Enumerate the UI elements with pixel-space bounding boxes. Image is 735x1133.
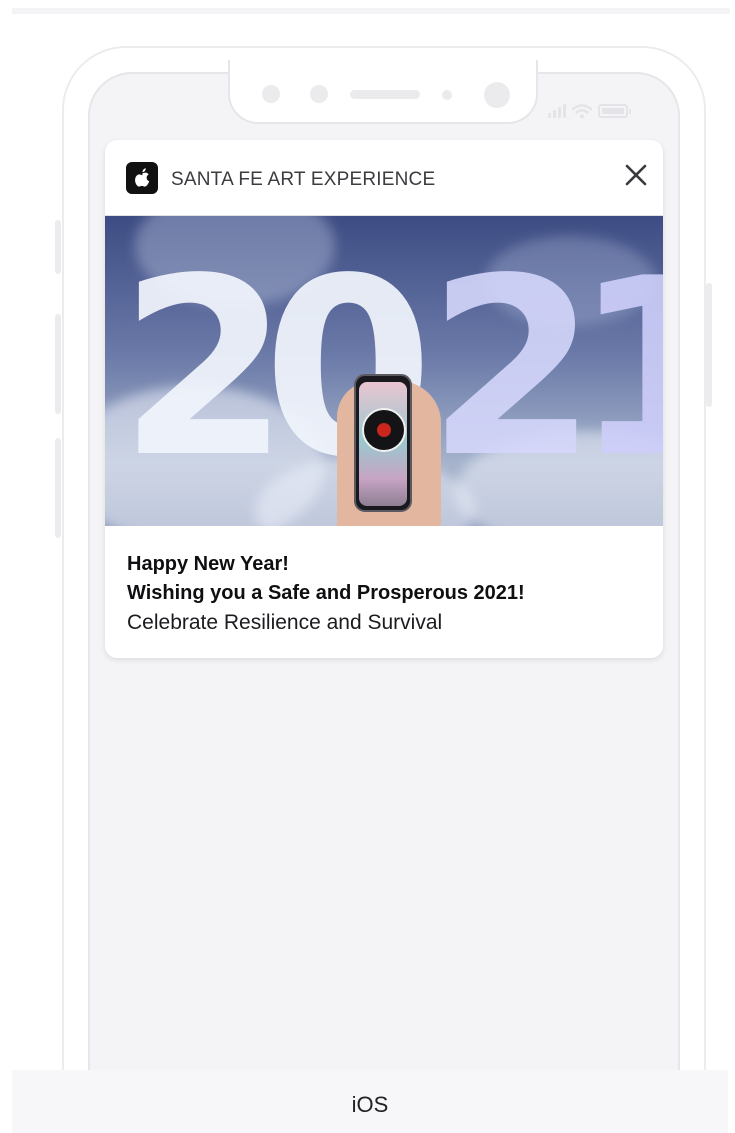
signal-icon [548,104,566,118]
apple-logo-icon [126,162,158,194]
app-name: SANTA FE ART EXPERIENCE [171,169,436,190]
wifi-icon [572,103,592,118]
platform-footer: iOS [12,1070,728,1133]
phone-notch [228,60,538,124]
platform-label: iOS [351,1092,389,1117]
status-bar [548,100,631,122]
phone-power-button [706,283,712,407]
battery-icon [598,104,631,118]
notification-subtitle: Wishing you a Safe and Prosperous 2021! [127,582,525,604]
sensor-dot [310,85,328,103]
front-camera [484,82,510,108]
top-divider [12,8,730,14]
phone-volume-up-button [55,314,61,414]
year-digit: 1 [573,226,663,511]
santa-fe-logo-badge [362,408,406,452]
phone-in-image [354,374,412,512]
notification-content: Happy New Year! Wishing you a Safe and P… [105,526,663,637]
sensor-dot [442,90,452,100]
notification-body: Celebrate Resilience and Survival [127,611,443,634]
notification-image: 2 0 2 1 [105,216,663,526]
phone-side-button [55,220,61,274]
notification-header: SANTA FE ART EXPERIENCE [105,140,663,216]
phone-volume-down-button [55,438,61,538]
close-icon[interactable] [623,162,649,188]
sensor-dot [262,85,280,103]
push-notification[interactable]: SANTA FE ART EXPERIENCE 2 0 2 1 Happy Ne… [105,140,663,658]
notification-title: Happy New Year! [127,553,289,575]
speaker-grille [350,90,420,99]
year-digit: 2 [119,226,289,511]
year-digit: 2 [427,226,597,511]
